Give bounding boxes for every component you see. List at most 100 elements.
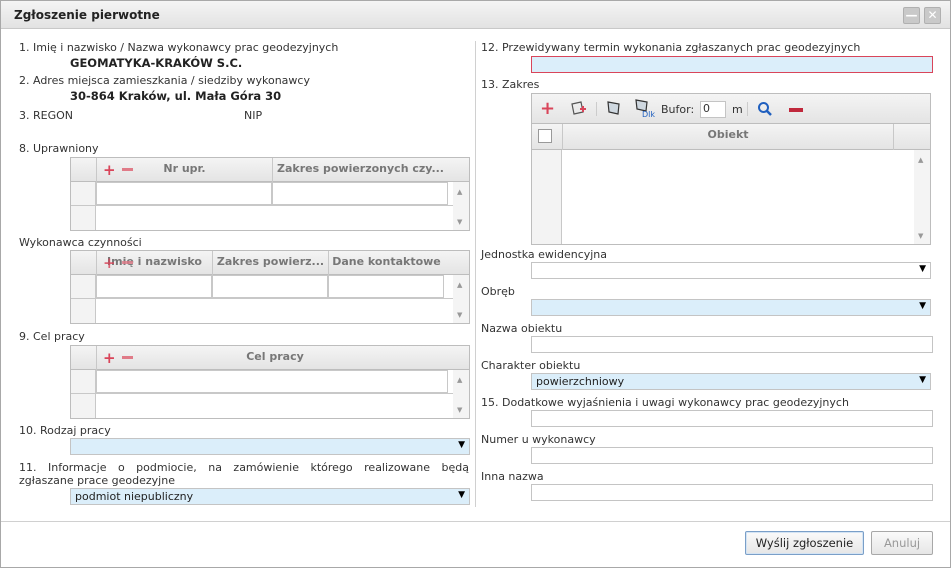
dialog-titlebar[interactable]: Zgłoszenie pierwotne — ✕ <box>1 1 950 29</box>
grid-header: + Nr upr. Zakres powierzonych czy... <box>71 158 469 182</box>
column-header-object[interactable]: Obiekt <box>562 124 893 150</box>
object-character-value: powierzchniowy <box>536 375 625 388</box>
column-header-extra <box>893 124 930 150</box>
client-type-select[interactable]: podmiot niepubliczny ▼ <box>70 488 470 505</box>
add-icon[interactable]: + <box>540 100 555 118</box>
grid-cell[interactable] <box>272 182 448 205</box>
work-type-label: 10. Rodzaj pracy <box>19 424 111 437</box>
column-header-scope[interactable]: Zakres powierz... <box>212 251 328 275</box>
scroll-down-icon[interactable]: ▼ <box>457 218 462 226</box>
remove-icon[interactable] <box>789 108 803 112</box>
contractor-name-label: 1. Imię i nazwisko / Nazwa wykonawcy pra… <box>19 41 339 54</box>
footer-divider <box>1 521 950 522</box>
contractor-name-value: GEOMATYKA-KRAKÓW S.C. <box>70 56 243 70</box>
activity-contractor-label: Wykonawca czynności <box>19 236 142 249</box>
column-header-contact[interactable]: Dane kontaktowe <box>328 251 444 275</box>
chevron-down-icon: ▼ <box>458 490 465 500</box>
add-row-icon[interactable]: + <box>103 351 116 366</box>
authorized-grid: + Nr upr. Zakres powierzonych czy... ▲ ▼ <box>70 157 470 231</box>
scrollbar[interactable]: ▲ ▼ <box>453 370 469 418</box>
close-button[interactable]: ✕ <box>924 7 941 24</box>
scroll-up-icon[interactable]: ▲ <box>457 376 462 384</box>
registration-unit-label: Jednostka ewidencyjna <box>481 248 608 261</box>
scroll-down-icon[interactable]: ▼ <box>457 311 462 319</box>
scroll-down-icon[interactable]: ▼ <box>457 406 462 414</box>
scope-grid: + Dlk Bufor: 0 m Obiekt ▲ ▼ <box>531 93 931 245</box>
contractor-address-value: 30-864 Kraków, ul. Mała Góra 30 <box>70 89 282 103</box>
row-divider <box>71 205 453 206</box>
grid-cell[interactable] <box>96 275 212 298</box>
scroll-up-icon[interactable]: ▲ <box>918 156 923 164</box>
scope-toolbar: + Dlk Bufor: 0 m <box>532 94 930 124</box>
column-divider <box>475 41 476 507</box>
add-row-icon[interactable]: + <box>103 256 116 271</box>
buffer-input[interactable]: 0 <box>700 101 726 118</box>
dlk-label: Dlk <box>642 110 656 119</box>
scroll-up-icon[interactable]: ▲ <box>457 281 462 289</box>
grid-cell[interactable] <box>212 275 328 298</box>
contractor-number-input[interactable] <box>531 447 933 464</box>
toolbar-separator <box>596 102 597 116</box>
object-name-input[interactable] <box>531 336 933 353</box>
scrollbar[interactable]: ▲ ▼ <box>453 275 469 323</box>
chevron-down-icon: ▼ <box>458 440 465 450</box>
buffer-value: 0 <box>703 102 710 115</box>
other-name-input[interactable] <box>531 484 933 501</box>
search-icon[interactable] <box>757 101 773 117</box>
registration-unit-select[interactable]: ▼ <box>531 262 931 279</box>
grid-cell[interactable] <box>328 275 444 298</box>
minimize-button[interactable]: — <box>903 7 920 24</box>
grid-cell[interactable] <box>96 370 448 393</box>
additional-notes-label: 15. Dodatkowe wyjaśnienia i uwagi wykona… <box>481 396 849 409</box>
select-polygon-icon[interactable] <box>606 100 622 116</box>
dialog: Zgłoszenie pierwotne — ✕ 1. Imię i nazwi… <box>0 0 951 568</box>
row-gutter <box>71 182 96 230</box>
object-character-select[interactable]: powierzchniowy ▼ <box>531 373 931 390</box>
chevron-down-icon: ▼ <box>919 264 926 274</box>
grid-header: Cel pracy + <box>71 346 469 370</box>
select-all-checkbox[interactable] <box>538 129 552 143</box>
scroll-down-icon[interactable]: ▼ <box>918 232 923 240</box>
grid-cell[interactable] <box>96 182 272 205</box>
work-purpose-grid: Cel pracy + ▲ ▼ <box>70 345 470 419</box>
completion-date-input[interactable] <box>531 56 933 73</box>
object-name-label: Nazwa obiektu <box>481 322 563 335</box>
chevron-down-icon: ▼ <box>919 375 926 385</box>
additional-notes-input[interactable] <box>531 410 933 427</box>
completion-date-label: 12. Przewidywany termin wykonania zgłasz… <box>481 41 861 54</box>
dialog-title: Zgłoszenie pierwotne <box>14 8 160 22</box>
scroll-up-icon[interactable]: ▲ <box>457 188 462 196</box>
activity-contractor-grid: Imię i nazwisko Zakres powierz... Dane k… <box>70 250 470 324</box>
submit-button[interactable]: Wyślij zgłoszenie <box>745 531 864 555</box>
scrollbar[interactable]: ▲ ▼ <box>914 150 930 244</box>
dlk-polygon-icon[interactable]: Dlk <box>634 99 656 119</box>
close-icon: ✕ <box>927 8 938 22</box>
grid-header: Obiekt <box>532 124 930 150</box>
client-info-label-line2: zgłaszane prace geodezyjne <box>19 474 175 487</box>
row-gutter <box>71 275 96 323</box>
cancel-button[interactable]: Anuluj <box>871 531 933 555</box>
minimize-icon: — <box>905 8 918 22</box>
chevron-down-icon: ▼ <box>919 301 926 311</box>
client-info-label-line1: 11. Informacje o podmiocie, na zamówieni… <box>19 461 469 474</box>
contractor-number-label: Numer u wykonawcy <box>481 433 596 446</box>
toolbar-separator <box>747 102 748 116</box>
work-purpose-label: 9. Cel pracy <box>19 330 85 343</box>
column-header-nr-upr[interactable]: Nr upr. <box>96 158 272 182</box>
remove-row-icon[interactable] <box>122 356 133 359</box>
buffer-label: Bufor: <box>661 103 695 116</box>
precinct-label: Obręb <box>481 285 515 298</box>
regon-label: 3. REGON <box>19 109 73 122</box>
remove-row-icon[interactable] <box>122 261 133 264</box>
work-type-select[interactable]: ▼ <box>70 438 470 455</box>
object-character-label: Charakter obiektu <box>481 359 581 372</box>
scrollbar[interactable]: ▲ ▼ <box>453 182 469 230</box>
authorized-label: 8. Uprawniony <box>19 142 99 155</box>
column-header-purpose[interactable]: Cel pracy <box>96 346 453 370</box>
row-gutter <box>71 370 96 418</box>
contractor-address-label: 2. Adres miejsca zamieszkania / siedziby… <box>19 74 310 87</box>
precinct-select[interactable]: ▼ <box>531 299 931 316</box>
column-header-scope[interactable]: Zakres powierzonych czy... <box>272 158 448 182</box>
draw-polygon-icon[interactable] <box>570 100 586 116</box>
nip-label: NIP <box>244 109 263 122</box>
